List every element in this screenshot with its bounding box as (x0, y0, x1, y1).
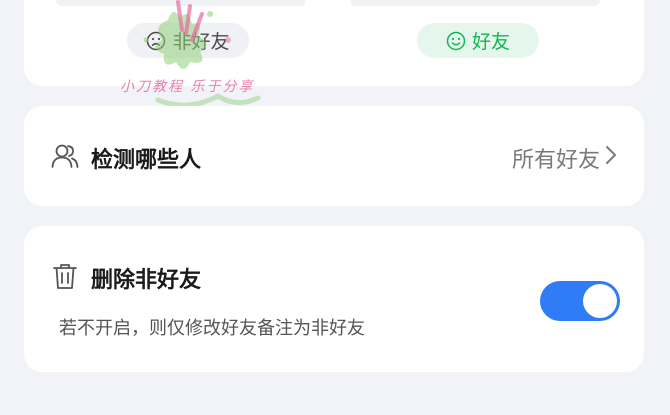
result-card: 非好友 好友 (24, 0, 644, 86)
users-icon (51, 143, 79, 173)
trash-icon (52, 262, 78, 294)
delete-non-friends-title: 删除非好友 (91, 268, 202, 293)
toggle-knob (583, 284, 617, 318)
sad-face-icon (146, 31, 166, 51)
friend-pill[interactable]: 好友 (417, 23, 539, 58)
not-friend-result-bar (56, 0, 306, 6)
chevron-right-icon (604, 144, 618, 172)
not-friend-pill[interactable]: 非好友 (127, 23, 249, 58)
detect-who-row[interactable]: 检测哪些人 所有好友 (24, 106, 644, 206)
delete-non-friends-description: 若不开启，则仅修改好友备注为非好友 (59, 318, 365, 339)
delete-non-friends-toggle[interactable] (540, 281, 620, 321)
detect-who-value[interactable]: 所有好友 (512, 142, 618, 174)
detect-who-selected: 所有好友 (511, 148, 600, 173)
friend-label: 好友 (471, 31, 510, 53)
detect-who-title: 检测哪些人 (91, 148, 202, 173)
smile-face-icon (446, 31, 466, 51)
friend-result-bar (350, 0, 600, 6)
delete-non-friends-card: 删除非好友 若不开启，则仅修改好友备注为非好友 (24, 226, 644, 372)
not-friend-label: 非好友 (172, 31, 230, 53)
